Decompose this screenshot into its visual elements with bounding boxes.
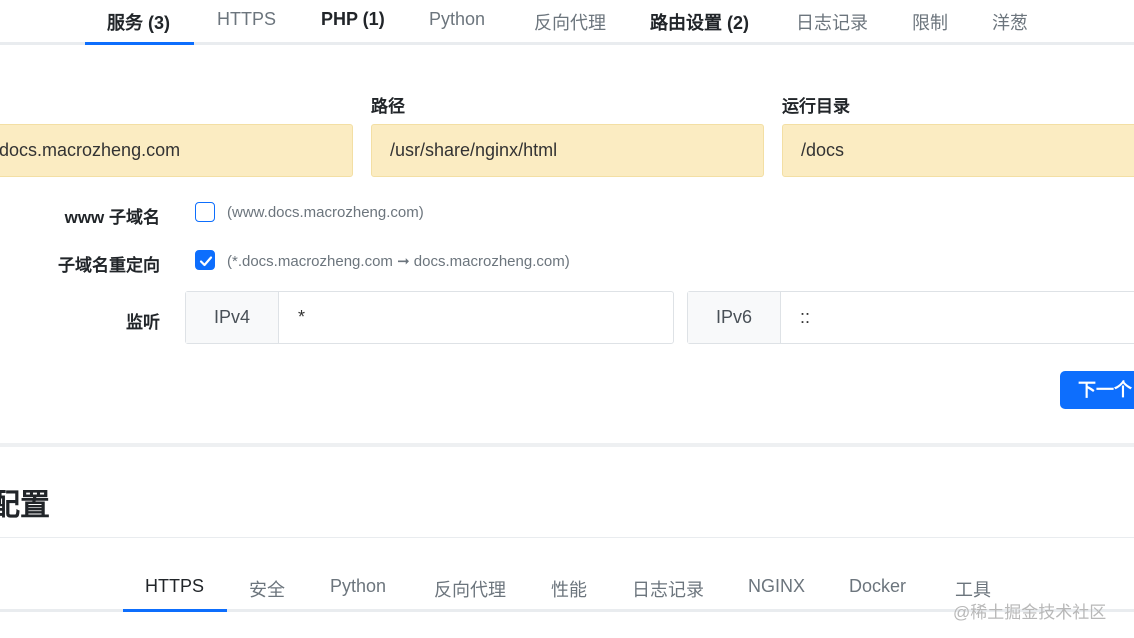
config-tab-logging[interactable]: 日志记录 [632, 576, 704, 602]
config-tab-https[interactable]: HTTPS [145, 576, 204, 597]
tab-services[interactable]: 服务 (3) [107, 9, 170, 35]
subdomain-redirect-hint: (*.docs.macrozheng.com ➞ docs.macrozheng… [227, 253, 570, 270]
ipv6-input-group: IPv6 :: [687, 291, 1134, 344]
tab-https[interactable]: HTTPS [217, 9, 276, 30]
section-divider [0, 443, 1134, 447]
ipv4-prefix: IPv4 [186, 292, 279, 343]
config-tab-reverse-proxy[interactable]: 反向代理 [434, 576, 506, 602]
watermark: @稀土掘金技术社区 [953, 603, 1107, 622]
section-title: 配置 [0, 489, 50, 522]
run-dir-input[interactable]: /docs [782, 124, 1134, 177]
section-title-divider [0, 537, 1134, 538]
tab-onion[interactable]: 洋葱 [992, 9, 1028, 35]
tab-logging[interactable]: 日志记录 [796, 9, 868, 35]
subdomain-redirect-label: 子域名重定向 [58, 256, 160, 275]
www-subdomain-label: www 子域名 [64, 208, 160, 227]
path-input[interactable]: /usr/share/nginx/html [371, 124, 764, 177]
top-tab-bar: 服务 (3) HTTPS PHP (1) Python 反向代理 路由设置 (2… [0, 0, 1134, 46]
domain-input[interactable]: docs.macrozheng.com [0, 124, 353, 177]
config-tab-security[interactable]: 安全 [249, 576, 285, 602]
run-dir-label: 运行目录 [782, 97, 850, 116]
www-subdomain-checkbox[interactable] [195, 202, 215, 222]
path-label: 路径 [371, 97, 405, 116]
tab-python[interactable]: Python [429, 9, 485, 30]
active-tab-indicator [85, 42, 194, 45]
tab-php[interactable]: PHP (1) [321, 9, 385, 30]
tab-limits[interactable]: 限制 [912, 9, 948, 35]
config-tab-nginx[interactable]: NGINX [748, 576, 805, 597]
www-subdomain-hint: (www.docs.macrozheng.com) [227, 204, 424, 221]
config-tab-docker[interactable]: Docker [849, 576, 906, 597]
tab-reverse-proxy[interactable]: 反向代理 [534, 9, 606, 35]
next-button[interactable]: 下一个 [1060, 371, 1134, 409]
config-tab-performance[interactable]: 性能 [551, 576, 587, 602]
ipv4-input-group: IPv4 * [185, 291, 674, 344]
checkmark-icon [199, 256, 213, 267]
tab-routing[interactable]: 路由设置 (2) [650, 9, 749, 35]
subdomain-redirect-checkbox[interactable] [195, 250, 215, 270]
ipv6-input[interactable]: :: [800, 292, 810, 343]
config-active-tab-indicator [123, 609, 227, 612]
listen-label: 监听 [126, 313, 160, 332]
config-tab-python[interactable]: Python [330, 576, 386, 597]
ipv6-prefix: IPv6 [688, 292, 781, 343]
ipv4-input[interactable]: * [298, 292, 305, 343]
